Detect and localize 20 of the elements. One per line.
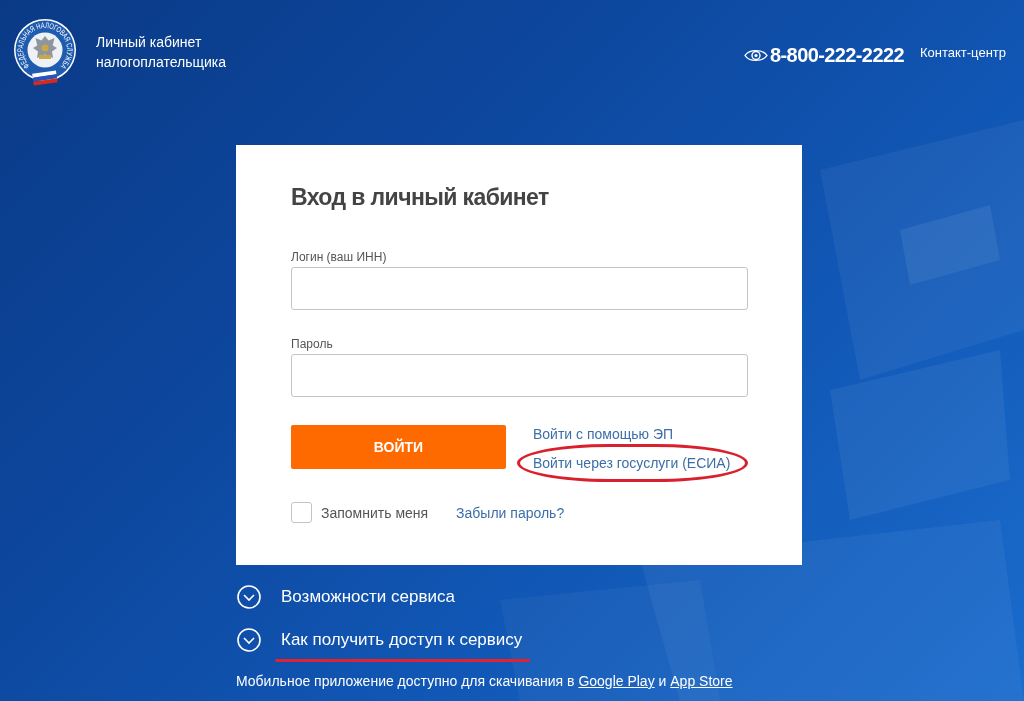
contact-center-link[interactable]: Контакт-центр — [919, 44, 1006, 60]
remember-checkbox[interactable] — [291, 502, 312, 523]
store-link[interactable]: Google Play — [578, 673, 655, 689]
app-download-text: Мобильное приложение доступно для скачивания в Google Play и App Store — [236, 672, 733, 690]
accordion-item[interactable]: Возможности сервиса — [237, 585, 455, 609]
login-option-link[interactable]: Войти с помощью ЭП — [533, 425, 674, 443]
site-title: Личный кабинет налогоплательщика — [96, 33, 228, 72]
underlined-accordion-item[interactable]: Как получить доступ к сервису — [237, 628, 531, 662]
circled-login-option-link[interactable]: Войти через госуслуги (ЕСИА) — [517, 444, 749, 482]
store-link[interactable]: App Store — [670, 673, 733, 689]
login-button[interactable]: ВОЙТИ — [291, 425, 506, 469]
field-label: Пароль — [291, 337, 333, 352]
login-title: Вход в личный кабинет — [291, 183, 550, 212]
forgot-password-link[interactable]: Забыли пароль? — [456, 503, 565, 522]
eye-icon[interactable] — [744, 47, 769, 63]
input-field[interactable] — [291, 354, 748, 397]
phone-number: 8-800-222-2222 — [770, 43, 904, 67]
remember-label: Запомнить меня — [321, 504, 429, 521]
field-label: Логин (ваш ИНН) — [291, 250, 387, 265]
input-field[interactable] — [291, 267, 748, 310]
